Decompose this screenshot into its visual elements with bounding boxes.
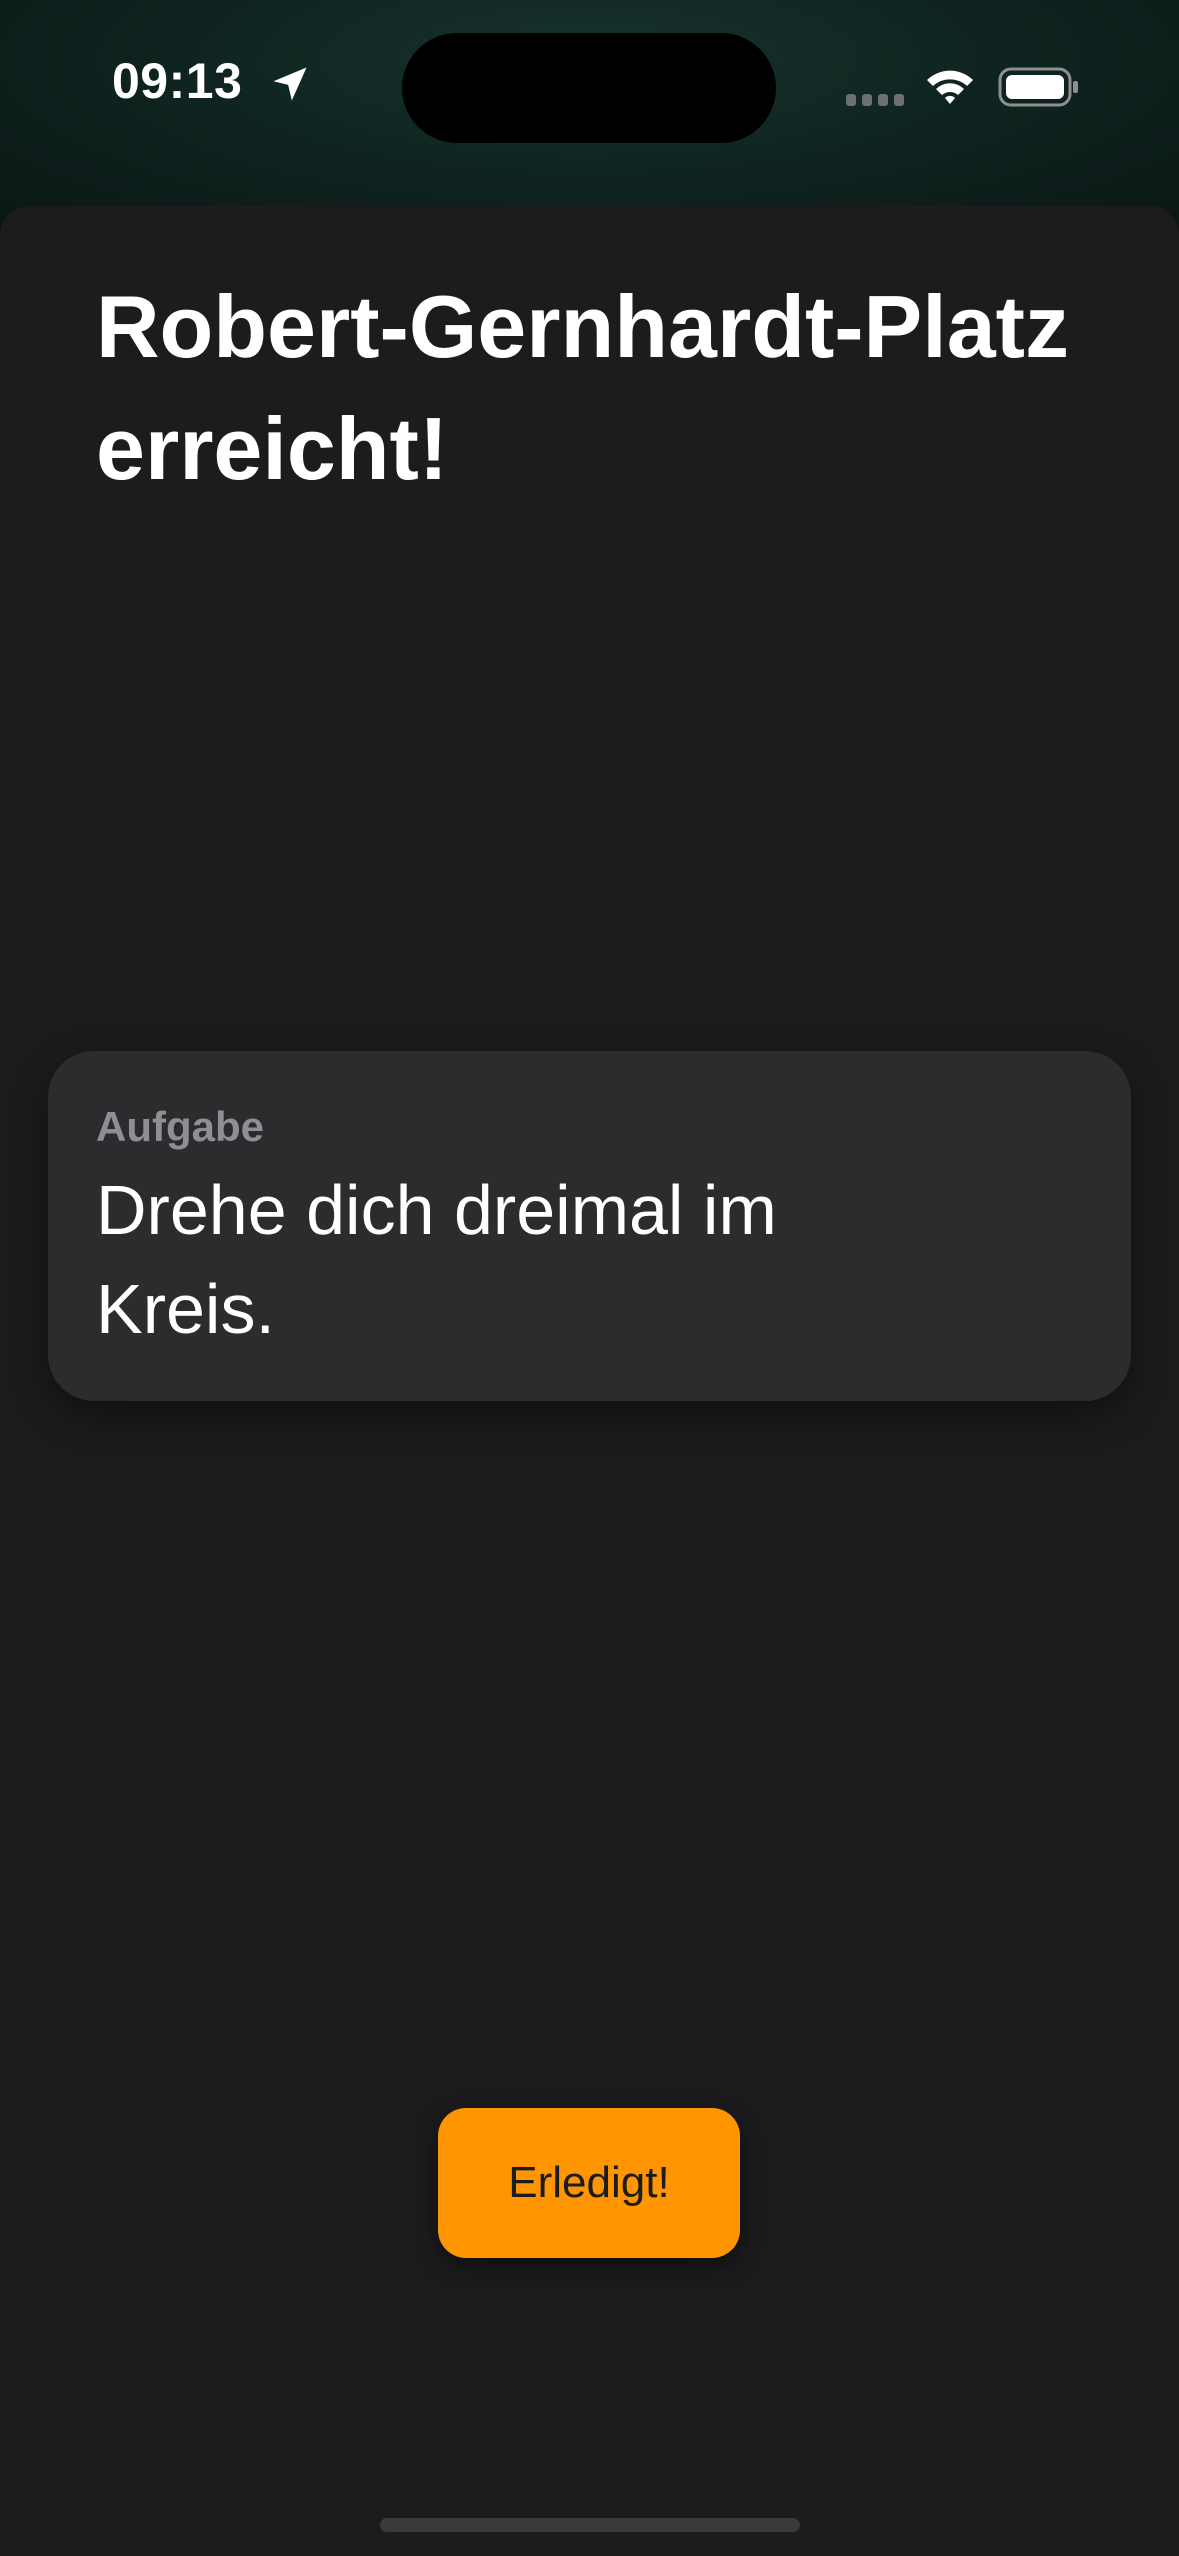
app-screen: 09:13 Robert-Gernhardt-Platz erreicht! A… (0, 0, 1179, 2556)
status-time: 09:13 (112, 53, 243, 109)
status-bar: 09:13 (0, 0, 1179, 180)
task-card: Aufgabe Drehe dich dreimal im Kreis. (48, 1051, 1131, 1401)
wifi-icon (927, 70, 973, 104)
location-arrow-icon (273, 67, 307, 101)
destination-sheet: Robert-Gernhardt-Platz erreicht! Aufgabe… (0, 206, 1179, 2556)
home-indicator[interactable] (380, 2518, 800, 2532)
task-text: Drehe dich dreimal im Kreis. (96, 1171, 777, 1348)
cellular-signal-icon (846, 94, 904, 106)
dynamic-island (402, 33, 776, 143)
page-title: Robert-Gernhardt-Platz erreicht! (96, 277, 1069, 498)
done-button[interactable]: Erledigt! (438, 2108, 740, 2258)
battery-icon (998, 67, 1078, 107)
task-label: Aufgabe (96, 1103, 264, 1150)
